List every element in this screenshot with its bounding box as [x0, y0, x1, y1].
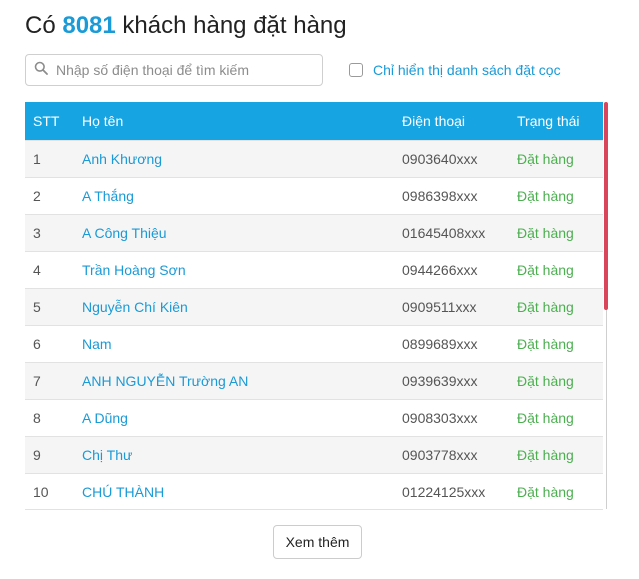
table-row: 4 Trần Hoàng Sơn 0944266xxx Đặt hàng	[25, 251, 603, 288]
column-header-status: Trạng thái	[517, 113, 580, 129]
column-header-name: Họ tên	[82, 113, 124, 129]
column-header-stt: STT	[33, 113, 60, 129]
row-status: Đặt hàng	[517, 262, 574, 278]
table-row: 8 A Dũng 0908303xxx Đặt hàng	[25, 399, 603, 436]
row-phone: 0944266xxx	[402, 262, 478, 278]
row-status: Đặt hàng	[517, 336, 574, 352]
row-status: Đặt hàng	[517, 410, 574, 426]
row-status: Đặt hàng	[517, 373, 574, 389]
row-status: Đặt hàng	[517, 299, 574, 315]
row-stt: 7	[33, 373, 41, 389]
customer-name-link[interactable]: A Công Thiệu	[82, 225, 402, 241]
row-phone: 01224125xxx	[402, 484, 486, 500]
customer-count: 8081	[62, 12, 116, 39]
column-header-phone: Điện thoại	[402, 113, 466, 129]
title-suffix: khách hàng đặt hàng	[122, 12, 347, 39]
row-stt: 6	[33, 336, 41, 352]
scrollbar-thumb[interactable]	[604, 102, 608, 310]
search-icon	[34, 61, 48, 80]
row-stt: 10	[33, 484, 49, 500]
row-phone: 0899689xxx	[402, 336, 478, 352]
row-status: Đặt hàng	[517, 447, 574, 463]
row-stt: 1	[33, 151, 41, 167]
table-row: 5 Nguyễn Chí Kiên 0909511xxx Đặt hàng	[25, 288, 603, 325]
customer-name-link[interactable]: Trần Hoàng Sơn	[82, 262, 402, 278]
search-box[interactable]	[25, 54, 323, 86]
customer-name-link[interactable]: A Dũng	[82, 410, 402, 426]
row-stt: 3	[33, 225, 41, 241]
row-phone: 0986398xxx	[402, 188, 478, 204]
customer-name-link[interactable]: Nam	[82, 336, 402, 352]
table-row: 2 A Thắng 0986398xxx Đặt hàng	[25, 177, 603, 214]
table-row: 7 ANH NGUYỄN Trường AN 0939639xxx Đặt hàng	[25, 362, 603, 399]
row-stt: 2	[33, 188, 41, 204]
page-title: Có 8081 khách hàng đặt hàng	[25, 12, 347, 40]
table-row: 6 Nam 0899689xxx Đặt hàng	[25, 325, 603, 362]
row-stt: 9	[33, 447, 41, 463]
row-stt: 8	[33, 410, 41, 426]
deposit-only-label[interactable]: Chỉ hiển thị danh sách đặt cọc	[373, 62, 561, 78]
search-input[interactable]	[54, 61, 308, 79]
deposit-only-checkbox[interactable]	[349, 63, 363, 77]
table-row: 3 A Công Thiệu 01645408xxx Đặt hàng	[25, 214, 603, 251]
row-phone: 0909511xxx	[402, 299, 477, 315]
title-prefix: Có	[25, 12, 56, 39]
deposit-filter[interactable]: Chỉ hiển thị danh sách đặt cọc	[349, 62, 561, 78]
table-row: 1 Anh Khương 0903640xxx Đặt hàng	[25, 140, 603, 177]
row-status: Đặt hàng	[517, 188, 574, 204]
row-phone: 0908303xxx	[402, 410, 478, 426]
customer-name-link[interactable]: Nguyễn Chí Kiên	[82, 299, 402, 315]
row-stt: 4	[33, 262, 41, 278]
row-phone: 0903640xxx	[402, 151, 478, 167]
customer-name-link[interactable]: Chị Thư	[82, 447, 402, 463]
customer-table: STT Họ tên Điện thoại Trạng thái 1 Anh Kh…	[25, 102, 603, 510]
customer-name-link[interactable]: ANH NGUYỄN Trường AN	[82, 373, 402, 389]
customer-name-link[interactable]: Anh Khương	[82, 151, 402, 167]
row-status: Đặt hàng	[517, 484, 574, 500]
row-status: Đặt hàng	[517, 225, 574, 241]
table-body: 1 Anh Khương 0903640xxx Đặt hàng 2 A Thắng 098…	[25, 140, 603, 509]
row-phone: 01645408xxx	[402, 225, 486, 241]
customer-name-link[interactable]: A Thắng	[82, 188, 402, 204]
table-row: 10 CHÚ THÀNH 01224125xxx Đặt hàng	[25, 473, 603, 509]
row-stt: 5	[33, 299, 41, 315]
table-header: STT Họ tên Điện thoại Trạng thái	[25, 102, 603, 140]
customer-name-link[interactable]: CHÚ THÀNH	[82, 484, 402, 500]
table-row: 9 Chị Thư 0903778xxx Đặt hàng	[25, 436, 603, 473]
row-phone: 0939639xxx	[402, 373, 478, 389]
load-more-button[interactable]: Xem thêm	[273, 525, 362, 559]
row-status: Đặt hàng	[517, 151, 574, 167]
row-phone: 0903778xxx	[402, 447, 478, 463]
